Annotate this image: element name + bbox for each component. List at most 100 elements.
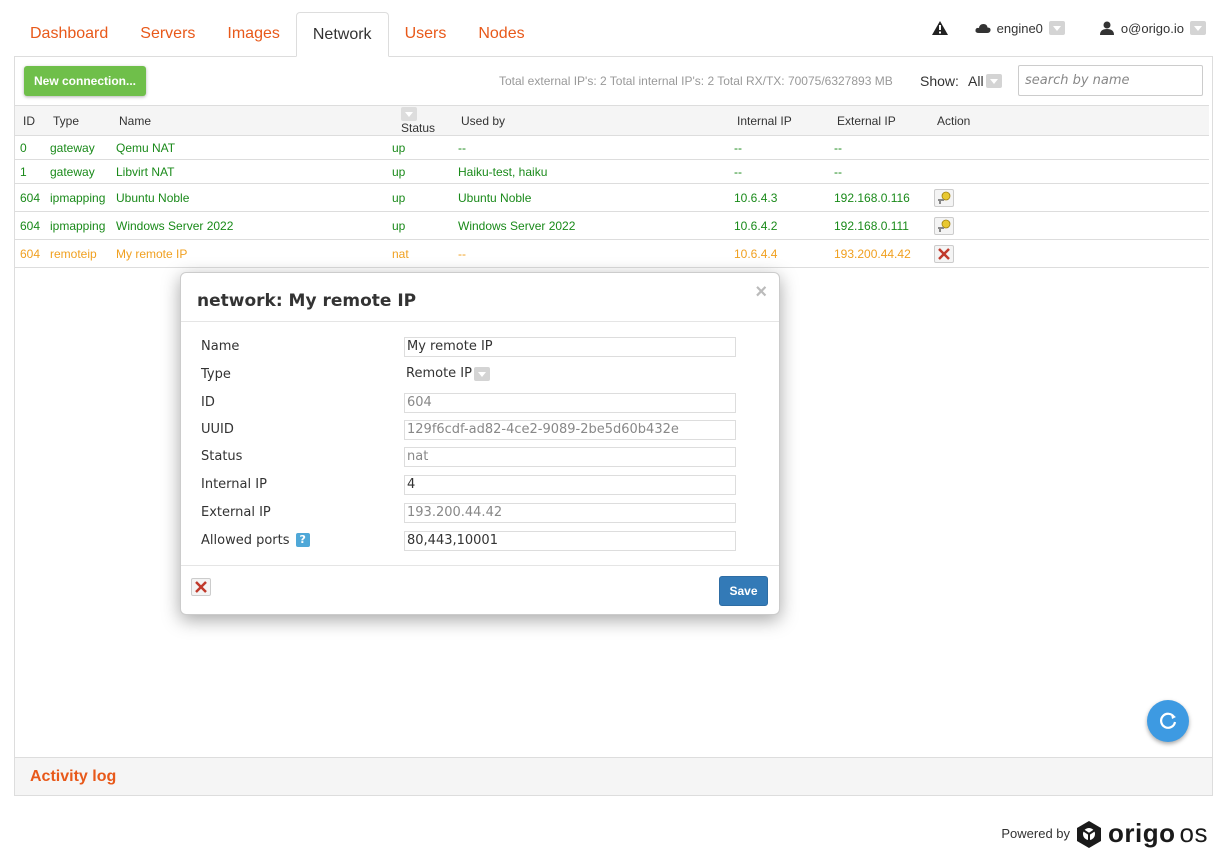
cell-external-ip: 193.200.44.42	[829, 239, 929, 268]
cell-id: 604	[15, 239, 45, 268]
tab-images[interactable]: Images	[211, 12, 295, 57]
delete-button[interactable]	[191, 578, 211, 596]
field-allowed-ports: Allowed ports ? 80,443,10001	[201, 531, 761, 553]
col-status[interactable]: Status	[387, 105, 453, 136]
field-label: Internal IP	[201, 477, 267, 492]
external-ip-field: 193.200.44.42	[404, 503, 736, 523]
tab-nodes[interactable]: Nodes	[462, 12, 540, 57]
sort-icon[interactable]	[401, 106, 417, 121]
tab-servers[interactable]: Servers	[124, 12, 211, 57]
field-label: Name	[201, 339, 240, 354]
ip-mapping-icon[interactable]	[934, 216, 954, 235]
field-name: Name My remote IP	[201, 337, 761, 359]
cell-used-by: --	[453, 239, 729, 268]
type-value: Remote IP	[406, 366, 472, 381]
network-totals: Total external IP's: 2 Total internal IP…	[499, 74, 893, 88]
table-row[interactable]: 1 gateway Libvirt NAT up Haiku-test, hai…	[15, 159, 1209, 184]
col-status-label: Status	[401, 120, 436, 135]
col-id[interactable]: ID	[15, 105, 45, 136]
warning-icon[interactable]	[931, 20, 949, 36]
allowed-ports-input[interactable]: 80,443,10001	[404, 531, 736, 551]
cell-status: up	[387, 135, 453, 160]
tab-users[interactable]: Users	[389, 12, 463, 57]
field-label: Allowed ports ?	[201, 533, 310, 548]
cell-type: gateway	[45, 159, 111, 184]
activity-log-bar[interactable]: Activity log	[15, 757, 1212, 795]
status-field: nat	[404, 447, 736, 467]
field-id: ID 604	[201, 393, 761, 415]
field-label: UUID	[201, 422, 234, 437]
table-row[interactable]: 604 ipmapping Ubuntu Noble up Ubuntu Nob…	[15, 183, 1209, 212]
ip-mapping-icon[interactable]	[934, 188, 954, 207]
field-external-ip: External IP 193.200.44.42	[201, 503, 761, 525]
refresh-button[interactable]	[1147, 700, 1189, 742]
cell-status: nat	[387, 239, 453, 268]
powered-by: Powered by origo os	[1001, 818, 1208, 849]
new-connection-button[interactable]: New connection...	[24, 66, 146, 96]
user-icon	[1099, 21, 1114, 35]
chevron-down-icon[interactable]	[1048, 21, 1065, 35]
cell-internal-ip: 10.6.4.2	[729, 211, 829, 240]
cell-external-ip: 192.168.0.116	[829, 183, 929, 212]
chevron-down-icon[interactable]	[473, 366, 490, 381]
cell-name: Libvirt NAT	[111, 159, 387, 184]
divider	[181, 321, 779, 322]
delete-icon[interactable]	[934, 244, 954, 263]
col-internal-ip[interactable]: Internal IP	[729, 105, 829, 136]
field-label: Status	[201, 449, 243, 464]
table-header: ID Type Name Status Used by Internal IP …	[15, 105, 1209, 136]
cell-external-ip: --	[829, 159, 929, 184]
cell-internal-ip: --	[729, 159, 829, 184]
table-row[interactable]: 604 ipmapping Windows Server 2022 up Win…	[15, 211, 1209, 240]
cell-type: ipmapping	[45, 211, 111, 240]
chevron-down-icon[interactable]	[985, 74, 1002, 88]
cell-id: 0	[15, 135, 45, 160]
cell-id: 604	[15, 183, 45, 212]
activity-log-title[interactable]: Activity log	[30, 768, 116, 786]
show-label: Show:	[920, 73, 959, 89]
type-select[interactable]: Remote IP	[406, 366, 490, 381]
search-input[interactable]	[1018, 65, 1203, 96]
cell-internal-ip: --	[729, 135, 829, 160]
cell-name: Qemu NAT	[111, 135, 387, 160]
cell-type: gateway	[45, 135, 111, 160]
internal-ip-input[interactable]: 4	[404, 475, 736, 495]
col-used-by[interactable]: Used by	[453, 105, 729, 136]
show-filter-value: All	[968, 73, 984, 89]
cell-action	[929, 159, 1209, 184]
engine-selector[interactable]: engine0	[997, 21, 1043, 36]
id-field: 604	[404, 393, 736, 413]
col-name[interactable]: Name	[111, 105, 387, 136]
cell-external-ip: --	[829, 135, 929, 160]
cell-id: 604	[15, 211, 45, 240]
field-internal-ip: Internal IP 4	[201, 475, 761, 497]
table-row[interactable]: 0 gateway Qemu NAT up -- -- --	[15, 135, 1209, 160]
col-type[interactable]: Type	[45, 105, 111, 136]
cell-used-by: Haiku-test, haiku	[453, 159, 729, 184]
cell-used-by: Ubuntu Noble	[453, 183, 729, 212]
cell-internal-ip: 10.6.4.3	[729, 183, 829, 212]
tab-network[interactable]: Network	[295, 12, 389, 57]
main-tabs: Dashboard Servers Images Network Users N…	[14, 12, 541, 57]
tab-dashboard[interactable]: Dashboard	[14, 12, 124, 57]
cloud-icon	[975, 24, 991, 33]
close-icon[interactable]: ×	[755, 281, 767, 304]
field-label: Type	[201, 367, 231, 382]
help-icon[interactable]: ?	[295, 533, 310, 547]
save-button[interactable]: Save	[719, 576, 768, 606]
powered-by-label: Powered by	[1001, 826, 1071, 841]
chevron-down-icon[interactable]	[1190, 21, 1206, 35]
cell-action	[929, 211, 1209, 240]
top-right-menu: engine0 o@origo.io	[931, 20, 1206, 36]
col-external-ip[interactable]: External IP	[829, 105, 929, 136]
cell-type: remoteip	[45, 239, 111, 268]
show-filter-select[interactable]: All	[968, 73, 1002, 89]
toolbar: New connection... Total external IP's: 2…	[15, 57, 1212, 105]
uuid-field: 129f6cdf-ad82-4ce2-9089-2be5d60b432e	[404, 420, 736, 440]
cell-status: up	[387, 183, 453, 212]
cell-name: Ubuntu Noble	[111, 183, 387, 212]
origo-logo-icon	[1077, 820, 1102, 848]
table-row[interactable]: 604 remoteip My remote IP nat -- 10.6.4.…	[15, 239, 1209, 268]
user-menu[interactable]: o@origo.io	[1121, 21, 1184, 36]
name-input[interactable]: My remote IP	[404, 337, 736, 357]
